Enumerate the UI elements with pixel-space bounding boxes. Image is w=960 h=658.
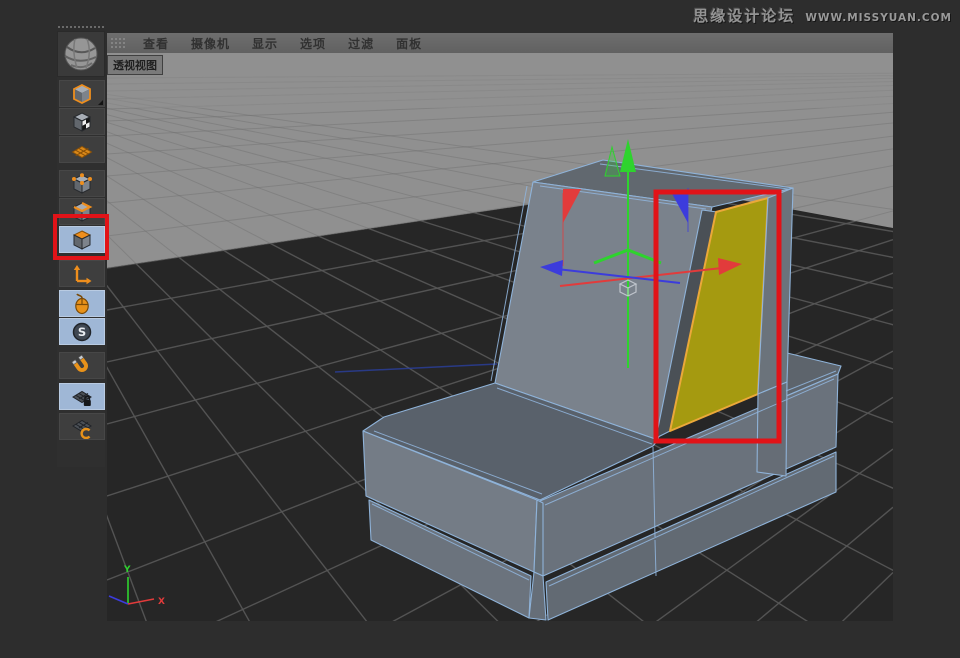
app-logo: [57, 31, 105, 77]
menu-cameras[interactable]: 摄像机: [191, 35, 230, 52]
make-editable-icon: [70, 82, 94, 106]
flyout-corner-icon: [98, 100, 103, 105]
planar-workplane-icon: [70, 415, 94, 439]
menu-grip-icon[interactable]: [110, 37, 126, 49]
viewport-canvas[interactable]: Y X Z: [107, 53, 893, 621]
edges-mode-button[interactable]: [59, 198, 105, 225]
menu-panel[interactable]: 面板: [396, 35, 422, 52]
globe-logo-icon: [58, 32, 104, 76]
workplane-lock-icon: [70, 385, 94, 409]
viewport-solo-button[interactable]: [59, 290, 105, 317]
viewport-solo-mouse-icon: [70, 292, 94, 316]
palette-grip-handle[interactable]: [57, 25, 105, 30]
viewport-menubar: 查看 摄像机 显示 选项 过滤 面板: [107, 33, 893, 53]
menu-options[interactable]: 选项: [300, 35, 326, 52]
menu-display[interactable]: 显示: [252, 35, 278, 52]
points-mode-button[interactable]: [59, 170, 105, 197]
watermark-site-url: WWW.MISSYUAN.COM: [805, 12, 952, 24]
snap-s-icon: S: [70, 320, 94, 344]
gizmo-y-arrowhead: [620, 139, 636, 172]
polygons-mode-icon: [70, 228, 94, 252]
model-mode-button[interactable]: [59, 108, 105, 135]
menu-filter[interactable]: 过滤: [348, 35, 374, 52]
app-window: { "watermark": { "site_name": "思缘设计论坛", …: [0, 0, 960, 658]
perspective-viewport[interactable]: 透视视图 Y X Z: [107, 53, 893, 621]
svg-text:S: S: [78, 325, 86, 339]
model-mode-icon: [70, 110, 94, 134]
mode-toolbar: S: [57, 77, 105, 467]
snap-settings-button[interactable]: S: [59, 318, 105, 345]
polygons-mode-button[interactable]: [59, 226, 105, 253]
texture-mode-button[interactable]: [59, 136, 105, 163]
viewport-label[interactable]: 透视视图: [107, 55, 163, 75]
texture-mode-icon: [70, 138, 94, 162]
enable-axis-button[interactable]: [59, 260, 105, 287]
axis-x-label: X: [158, 597, 165, 607]
magnet-tool-button[interactable]: [59, 352, 105, 379]
horizon-fade: [107, 53, 893, 108]
menu-view[interactable]: 查看: [143, 35, 169, 52]
points-mode-icon: [70, 172, 94, 196]
backrest-right-low[interactable]: [757, 382, 787, 476]
workplane-lock-button[interactable]: [59, 383, 105, 410]
planar-workplane-button[interactable]: [59, 413, 105, 440]
watermark-site-name: 思缘设计论坛: [693, 5, 795, 26]
watermark: 思缘设计论坛 WWW.MISSYUAN.COM: [693, 5, 952, 26]
enable-axis-icon: [70, 262, 94, 286]
edges-mode-icon: [70, 200, 94, 224]
make-editable-button[interactable]: [59, 80, 105, 107]
axis-y-label: Y: [123, 565, 131, 575]
magnet-icon: [70, 354, 94, 378]
